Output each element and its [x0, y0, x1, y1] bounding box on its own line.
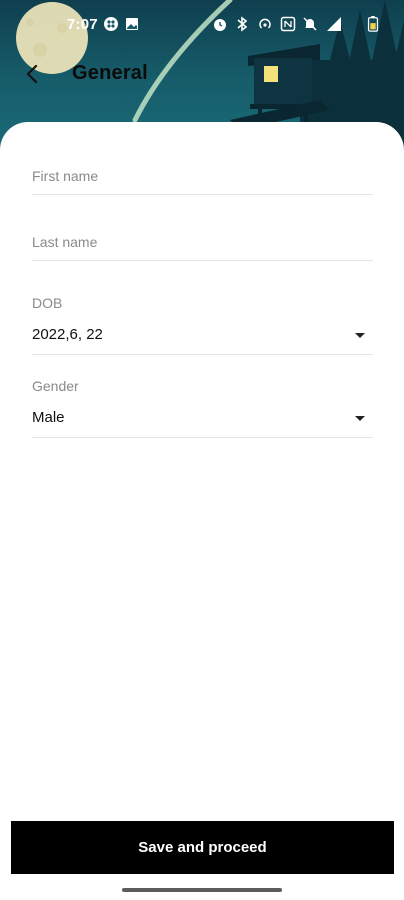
last-name-field[interactable]: [32, 226, 373, 261]
hotspot-icon: [259, 18, 271, 29]
app-notification-icon: [104, 17, 118, 31]
dob-label: DOB: [32, 295, 63, 311]
back-button[interactable]: [16, 58, 48, 90]
status-bar: 7:07: [0, 0, 404, 40]
status-time: 7:07: [67, 16, 98, 33]
image-icon: [126, 18, 138, 30]
dropdown-arrow-icon: [355, 416, 365, 421]
first-name-input[interactable]: [32, 160, 373, 192]
bluetooth-icon: [237, 16, 248, 32]
signal-icon: [327, 17, 341, 31]
dob-dropdown[interactable]: 2022,6, 22: [32, 318, 373, 355]
battery-icon: [367, 16, 379, 32]
last-name-input[interactable]: [32, 226, 373, 258]
dob-value: 2022,6, 22: [32, 326, 103, 343]
first-name-field[interactable]: [32, 160, 373, 195]
screen: 7:07 General First name Last name DOB 20…: [0, 0, 404, 900]
chevron-left-icon: [26, 64, 38, 84]
save-and-proceed-button[interactable]: Save and proceed: [11, 821, 394, 874]
gender-dropdown[interactable]: Male: [32, 401, 373, 438]
navigation-gesture-handle[interactable]: [122, 888, 282, 892]
form-card: DOB 2022,6, 22 Gender Male: [0, 122, 404, 900]
gender-label: Gender: [32, 378, 79, 394]
gender-value: Male: [32, 409, 65, 426]
dropdown-arrow-icon: [355, 333, 365, 338]
alarm-icon: [214, 19, 226, 31]
page-title: General: [72, 62, 148, 84]
mute-icon: [303, 17, 317, 31]
nfc-icon: [280, 16, 296, 32]
